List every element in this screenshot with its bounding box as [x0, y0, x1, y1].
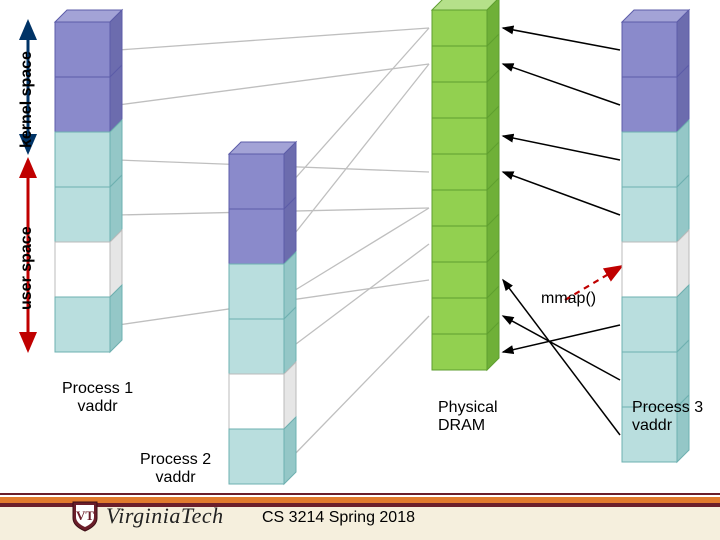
mapping-arrows-right — [503, 28, 620, 435]
mmap-label: mmap() — [541, 290, 596, 308]
physical-dram-column — [432, 0, 499, 370]
logo-text: VirginiaTech — [106, 503, 224, 529]
process3-label: Process 3 vaddr — [632, 399, 703, 436]
process1-column — [55, 10, 122, 352]
virginia-tech-logo: VT VirginiaTech — [70, 500, 224, 532]
vt-shield-icon: VT — [70, 500, 100, 532]
process2-column — [229, 142, 296, 484]
process2-label: Process 2 vaddr — [140, 451, 211, 488]
process3-column — [622, 10, 689, 462]
footer-bar-maroon-thin — [0, 493, 720, 495]
user-space-label: user space — [18, 226, 36, 310]
svg-text:VT: VT — [76, 508, 94, 523]
course-footer: CS 3214 Spring 2018 — [262, 509, 415, 527]
process1-label: Process 1 vaddr — [62, 380, 133, 417]
physical-dram-label: Physical DRAM — [438, 399, 498, 436]
memory-mapping-diagram — [0, 0, 720, 540]
kernel-space-label: kernel space — [18, 51, 36, 148]
